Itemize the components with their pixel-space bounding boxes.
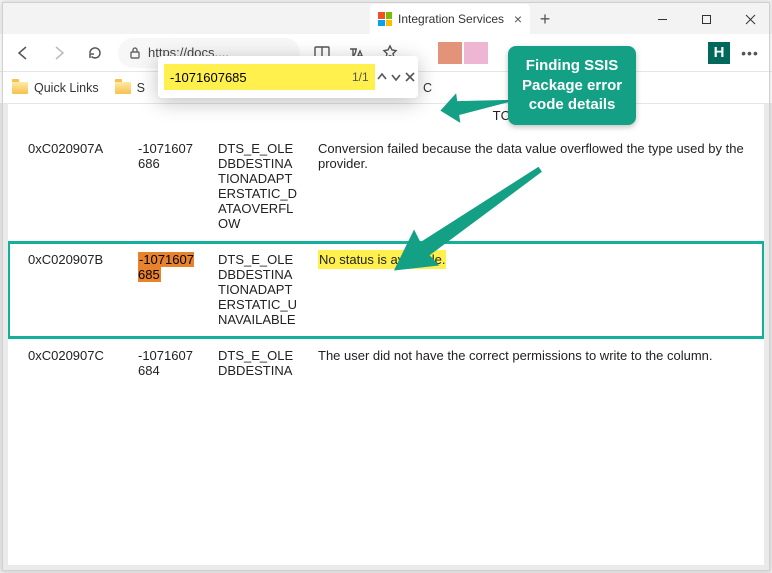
folder-icon <box>115 82 131 94</box>
microsoft-logo-icon <box>378 12 392 26</box>
table-row: 0xC020907A -1071607686 DTS_E_OLEDBDESTIN… <box>8 131 764 242</box>
bookmark-s[interactable]: S <box>115 81 145 95</box>
titlebar: Integration Services × + <box>0 0 772 34</box>
bookmark-quicklinks[interactable]: Quick Links <box>12 81 99 95</box>
cell-hex: 0xC020907A <box>8 131 128 242</box>
extension-swatches[interactable] <box>412 42 488 64</box>
find-next-button[interactable] <box>389 64 403 90</box>
tab-title: Integration Services <box>398 12 504 26</box>
find-match-highlight: -1071607685 <box>138 252 194 282</box>
find-count: 1/1 <box>352 64 375 90</box>
cell-desc: No status is available. <box>308 242 764 338</box>
close-tab-icon[interactable]: × <box>514 12 522 26</box>
cell-dec: -1071607686 <box>128 131 208 242</box>
more-menu-button[interactable]: ••• <box>734 38 766 68</box>
window-close-button[interactable] <box>728 4 772 34</box>
table-row: 0xC020907C -1071607684 DTS_E_OLEDBDESTIN… <box>8 338 764 389</box>
browser-tab-active[interactable]: Integration Services × <box>370 4 530 34</box>
cell-name: DTS_E_OLEDBDESTINA <box>208 338 308 389</box>
text-fragment: TCH <box>8 104 764 131</box>
new-tab-button[interactable]: + <box>530 4 560 34</box>
window-maximize-button[interactable] <box>684 4 728 34</box>
window-minimize-button[interactable] <box>640 4 684 34</box>
cell-hex: 0xC020907B <box>8 242 128 338</box>
cell-hex: 0xC020907C <box>8 338 128 389</box>
forward-button[interactable] <box>42 38 76 68</box>
lock-icon <box>128 46 142 60</box>
bookmark-label: S <box>137 81 145 95</box>
cell-name: DTS_E_OLEDBDESTINATIONADAPTERSTATIC_DATA… <box>208 131 308 242</box>
bookmark-label: Quick Links <box>34 81 99 95</box>
annotation-callout: Finding SSIS Package error code details <box>508 46 636 125</box>
extension-h-badge[interactable]: H <box>708 42 730 64</box>
find-in-page-bar: 1/1 <box>158 56 418 98</box>
refresh-button[interactable] <box>78 38 112 68</box>
bookmark-label: C <box>423 81 432 95</box>
folder-icon <box>12 82 28 94</box>
find-input[interactable] <box>164 64 352 90</box>
page-content-scroll[interactable]: TCH 0xC020907A -1071607686 DTS_E_OLEDBDE… <box>8 104 764 565</box>
find-close-button[interactable] <box>403 64 417 90</box>
cell-desc: The user did not have the correct permis… <box>308 338 764 389</box>
cell-dec: -1071607684 <box>128 338 208 389</box>
cell-dec: -1071607685 <box>128 242 208 338</box>
find-prev-button[interactable] <box>375 64 389 90</box>
cell-name: DTS_E_OLEDBDESTINATIONADAPTERSTATIC_UNAV… <box>208 242 308 338</box>
back-button[interactable] <box>6 38 40 68</box>
